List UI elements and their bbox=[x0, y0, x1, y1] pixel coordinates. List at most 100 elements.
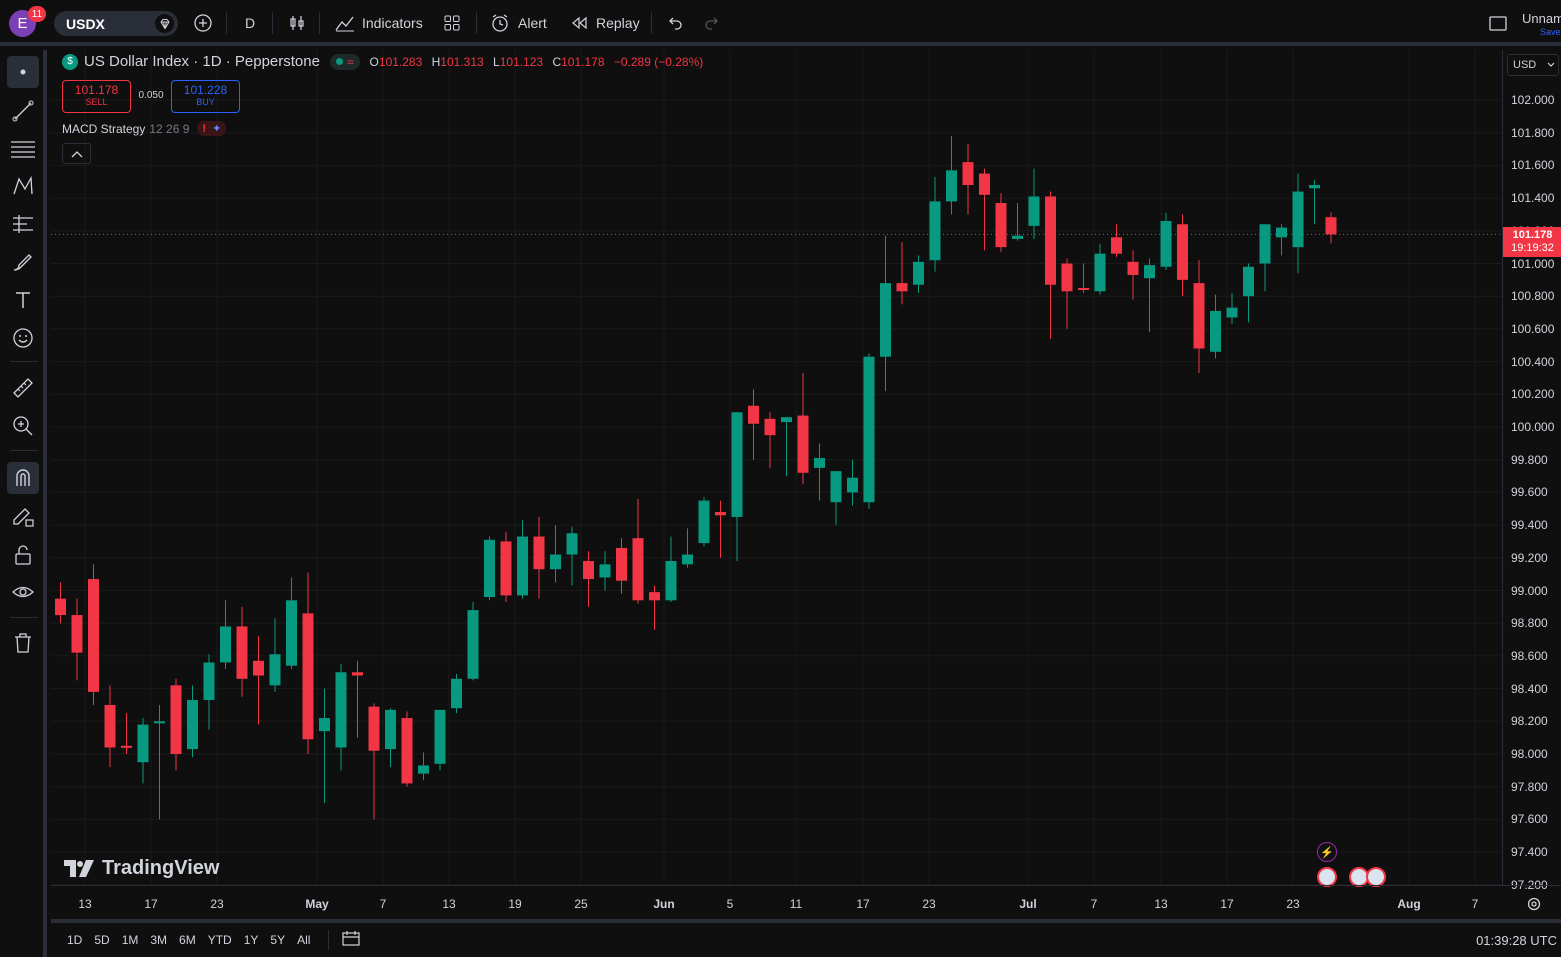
zoom-tool[interactable] bbox=[7, 410, 39, 442]
buy-button[interactable]: 101.228 BUY bbox=[171, 80, 240, 113]
candle[interactable] bbox=[863, 353, 875, 509]
chart-pane[interactable] bbox=[51, 50, 1502, 886]
candlestick-chart[interactable] bbox=[51, 50, 1502, 886]
candle[interactable] bbox=[929, 176, 941, 272]
save-status[interactable]: Save bbox=[1540, 27, 1561, 37]
candle[interactable] bbox=[665, 536, 677, 602]
sell-button[interactable]: 101.178 SELL bbox=[62, 80, 131, 113]
candle[interactable] bbox=[1045, 191, 1056, 339]
market-status[interactable]: ≈ bbox=[329, 53, 360, 70]
range-button-6m[interactable]: 6M bbox=[179, 933, 196, 947]
candle[interactable] bbox=[1243, 263, 1254, 323]
cursor-tool[interactable] bbox=[7, 56, 39, 88]
utc-clock[interactable]: 01:39:28 UTC bbox=[1476, 933, 1557, 948]
candle[interactable] bbox=[913, 255, 924, 293]
candle[interactable] bbox=[1012, 203, 1023, 241]
lightning-event-icon[interactable]: ⚡ bbox=[1317, 842, 1337, 862]
candle[interactable] bbox=[946, 135, 957, 215]
candle[interactable] bbox=[533, 516, 545, 599]
fib-tool[interactable] bbox=[7, 133, 39, 165]
candle[interactable] bbox=[1193, 260, 1205, 374]
candle[interactable] bbox=[220, 600, 231, 669]
candle[interactable] bbox=[55, 582, 66, 624]
symbol-search[interactable]: USDX bbox=[54, 11, 178, 36]
candle[interactable] bbox=[352, 660, 363, 738]
candle[interactable] bbox=[880, 235, 891, 392]
range-button-1y[interactable]: 1Y bbox=[244, 933, 259, 947]
candle[interactable] bbox=[368, 703, 380, 820]
candle[interactable] bbox=[995, 193, 1007, 253]
candle[interactable] bbox=[1160, 212, 1172, 271]
candle[interactable] bbox=[88, 564, 99, 705]
redo-button[interactable] bbox=[703, 0, 721, 46]
candle[interactable] bbox=[1111, 224, 1122, 257]
measure-tool[interactable] bbox=[7, 372, 39, 404]
price-scale[interactable]: USD 102.000101.800101.600101.400101.2001… bbox=[1502, 50, 1561, 892]
replay-button[interactable]: Replay bbox=[570, 0, 640, 46]
candle[interactable] bbox=[71, 598, 83, 681]
candle[interactable] bbox=[1144, 258, 1155, 333]
candle[interactable] bbox=[797, 373, 809, 485]
layout-name[interactable]: Unnamed bbox=[1522, 11, 1561, 26]
candle[interactable] bbox=[1028, 168, 1040, 239]
candle[interactable] bbox=[715, 500, 726, 558]
us-flag-event-icon[interactable] bbox=[1366, 867, 1386, 887]
hide-drawings-tool[interactable] bbox=[7, 576, 39, 608]
forecast-tool[interactable] bbox=[7, 208, 39, 240]
candle[interactable] bbox=[467, 601, 479, 681]
candle[interactable] bbox=[1210, 294, 1221, 359]
chart-type-button[interactable] bbox=[287, 0, 307, 46]
study-legend[interactable]: MACD Strategy 12 26 9 ! ✦ bbox=[62, 121, 227, 136]
indicators-button[interactable]: Indicators bbox=[334, 0, 423, 46]
candle[interactable] bbox=[1078, 263, 1089, 293]
candle[interactable] bbox=[632, 498, 644, 604]
fullscreen-button[interactable] bbox=[1488, 0, 1508, 46]
candle[interactable] bbox=[616, 538, 627, 594]
candle[interactable] bbox=[286, 577, 297, 669]
candle[interactable] bbox=[434, 709, 446, 771]
candle[interactable] bbox=[1325, 212, 1337, 244]
candle[interactable] bbox=[550, 525, 561, 583]
trend-line-tool[interactable] bbox=[7, 95, 39, 127]
candle[interactable] bbox=[599, 551, 611, 591]
candle[interactable] bbox=[203, 654, 215, 730]
magnet-tool[interactable] bbox=[7, 462, 39, 494]
range-button-ytd[interactable]: YTD bbox=[208, 933, 232, 947]
range-button-5y[interactable]: 5Y bbox=[270, 933, 285, 947]
undo-button[interactable] bbox=[666, 0, 684, 46]
candle[interactable] bbox=[781, 417, 792, 477]
candle[interactable] bbox=[319, 688, 330, 804]
candle[interactable] bbox=[698, 497, 710, 547]
range-button-3m[interactable]: 3M bbox=[150, 933, 167, 947]
stay-drawing-tool[interactable] bbox=[7, 501, 39, 533]
candle[interactable] bbox=[1127, 250, 1139, 300]
study-status[interactable]: ! ✦ bbox=[197, 121, 227, 136]
time-scale[interactable]: 13 17 23 May 7 13 19 25 Jun 5 11 17 23 Jul 7 13 17 23 Aug 7 bbox=[51, 885, 1561, 919]
candle[interactable] bbox=[731, 412, 743, 562]
candle[interactable] bbox=[517, 520, 528, 599]
candle[interactable] bbox=[385, 708, 396, 768]
candle[interactable] bbox=[1259, 224, 1271, 292]
candle[interactable] bbox=[979, 168, 990, 251]
collapse-legend-button[interactable] bbox=[62, 143, 91, 164]
candle[interactable] bbox=[484, 536, 495, 601]
candle[interactable] bbox=[418, 752, 429, 781]
candle[interactable] bbox=[302, 572, 314, 754]
candle[interactable] bbox=[748, 389, 759, 460]
candle[interactable] bbox=[104, 685, 116, 768]
range-button-1d[interactable]: 1D bbox=[67, 933, 82, 947]
brush-tool[interactable] bbox=[7, 246, 39, 278]
candle[interactable] bbox=[500, 531, 512, 602]
candle[interactable] bbox=[451, 673, 462, 714]
candle[interactable] bbox=[401, 711, 413, 787]
candle[interactable] bbox=[1292, 173, 1304, 274]
candle[interactable] bbox=[962, 144, 974, 215]
us-flag-event-icon[interactable] bbox=[1317, 867, 1337, 887]
symbol-title[interactable]: US Dollar Index · 1D · Pepperstone bbox=[84, 53, 320, 70]
candle[interactable] bbox=[1177, 214, 1188, 297]
candle[interactable] bbox=[566, 526, 578, 586]
gem-icon[interactable] bbox=[155, 14, 174, 33]
range-button-1m[interactable]: 1M bbox=[122, 933, 139, 947]
candle[interactable] bbox=[847, 459, 858, 506]
text-tool[interactable] bbox=[7, 284, 39, 316]
